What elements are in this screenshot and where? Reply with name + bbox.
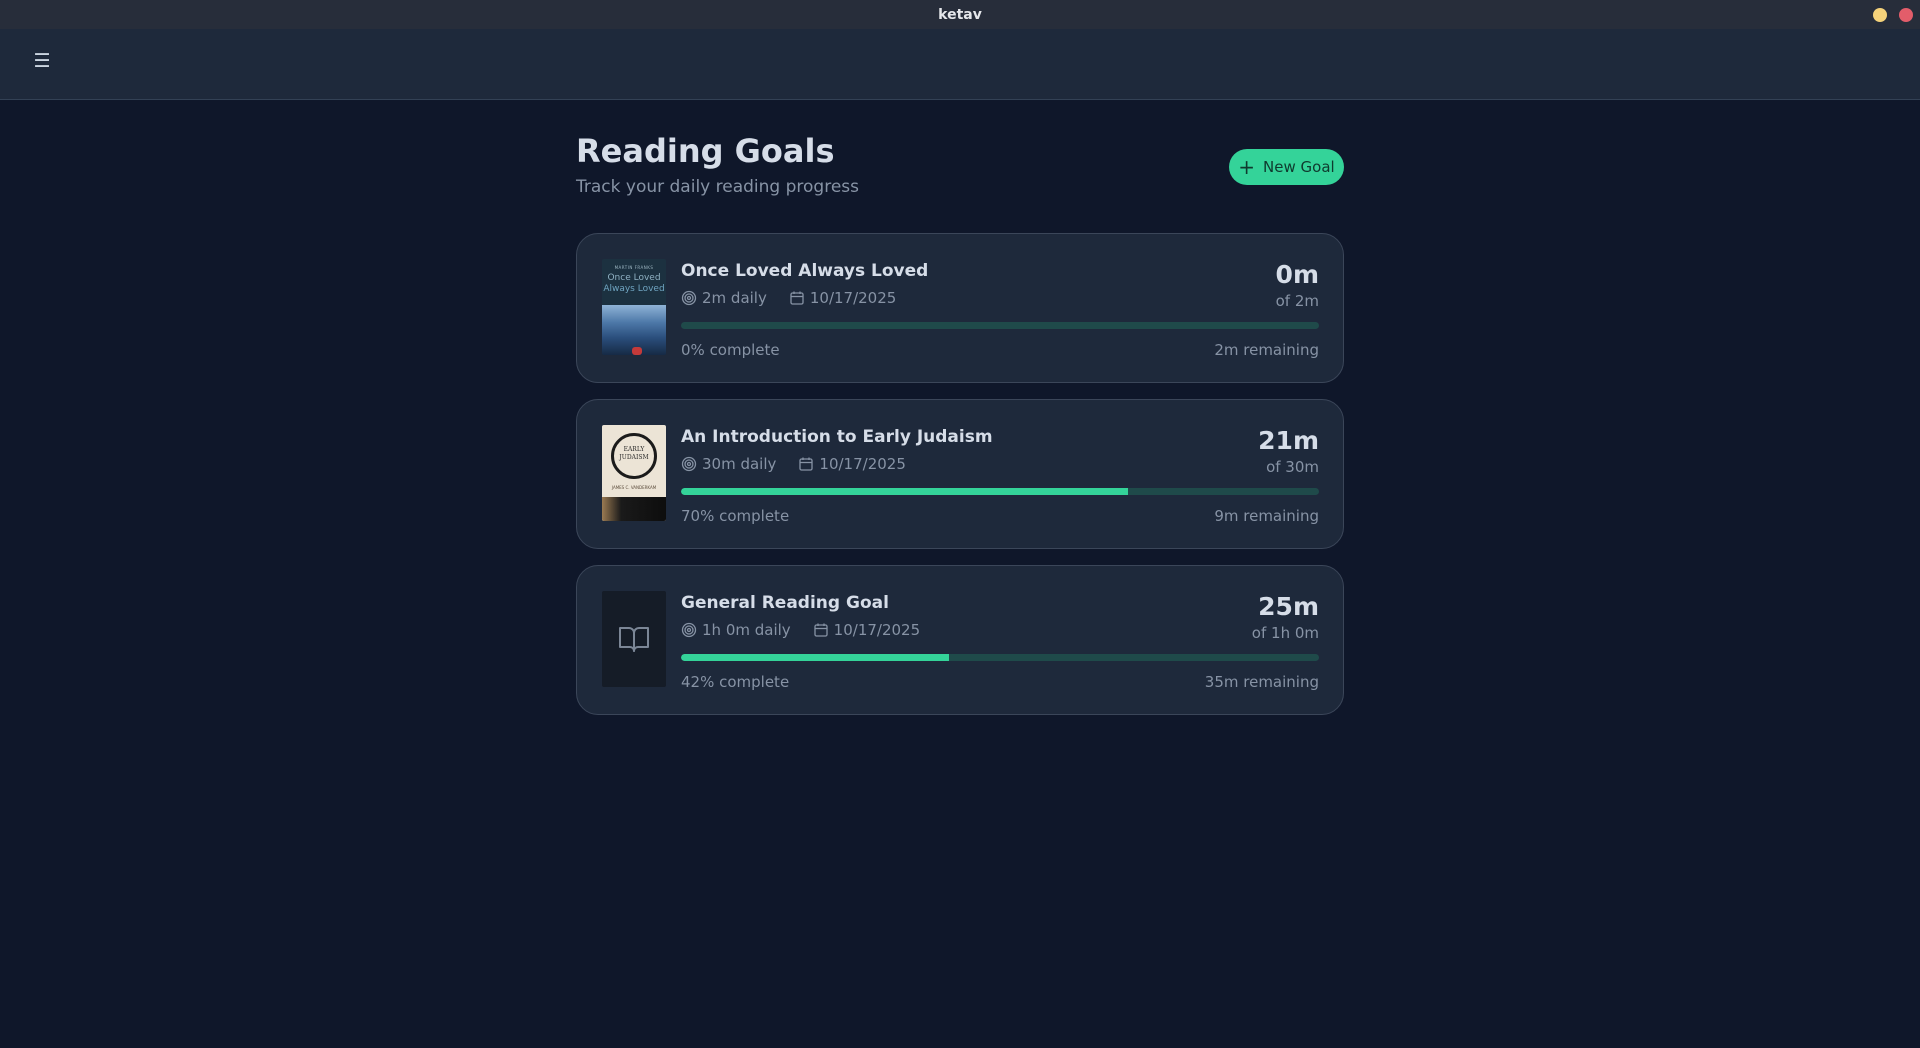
goal-percent-label: 0% complete bbox=[681, 341, 780, 359]
goal-percent-label: 70% complete bbox=[681, 507, 790, 525]
goal-date: 10/17/2025 bbox=[833, 621, 921, 639]
goal-progress-target: of 1h 0m bbox=[1251, 624, 1319, 642]
progress-bar-fill bbox=[681, 654, 949, 661]
window-title: ketav bbox=[938, 6, 982, 23]
target-icon bbox=[681, 290, 697, 306]
cover-author: MARTIN FRANKS bbox=[614, 265, 654, 270]
progress-bar bbox=[681, 322, 1319, 329]
page-title: Reading Goals bbox=[576, 132, 835, 170]
goal-percent-label: 42% complete bbox=[681, 673, 790, 691]
goal-title: An Introduction to Early Judaism bbox=[681, 427, 993, 447]
page-header: Reading Goals Track your daily reading p… bbox=[576, 131, 1344, 201]
goal-progress-value: 0m bbox=[1275, 260, 1319, 289]
book-cover: MARTIN FRANKS Once Loved Always Loved bbox=[602, 259, 666, 355]
book-cover-placeholder bbox=[602, 591, 666, 687]
page-subtitle: Track your daily reading progress bbox=[576, 177, 859, 197]
goal-progress-value: 21m bbox=[1258, 426, 1319, 455]
progress-bar bbox=[681, 488, 1319, 495]
goal-remaining: 35m remaining bbox=[1204, 673, 1319, 691]
cover-photo-detail bbox=[632, 347, 642, 355]
goal-progress-value: 25m bbox=[1258, 592, 1319, 621]
menu-icon[interactable]: ☰ bbox=[30, 49, 54, 73]
top-bar: ☰ bbox=[0, 29, 1920, 100]
plus-icon: + bbox=[1238, 155, 1256, 179]
cover-title-line1: Once Loved bbox=[607, 273, 661, 283]
calendar-icon bbox=[790, 291, 804, 305]
calendar-icon bbox=[799, 457, 814, 471]
book-open-icon bbox=[619, 627, 649, 652]
progress-bar bbox=[681, 654, 1319, 661]
progress-bar-fill bbox=[681, 488, 1128, 495]
goal-progress-target: of 30m bbox=[1266, 458, 1319, 476]
cover-title: EARLY JUDAISM bbox=[602, 446, 666, 462]
cover-author: JAMES C. VANDERKAM bbox=[611, 485, 657, 490]
new-goal-label: New Goal bbox=[1263, 158, 1335, 176]
calendar-icon bbox=[814, 623, 828, 637]
window-minimize-button[interactable] bbox=[1873, 8, 1887, 22]
cover-image-band bbox=[602, 497, 666, 521]
cover-title-line2: JUDAISM bbox=[619, 454, 649, 461]
target-icon bbox=[681, 456, 697, 472]
goal-card[interactable]: EARLY JUDAISM JAMES C. VANDERKAM An Intro… bbox=[576, 399, 1344, 549]
goal-title: Once Loved Always Loved bbox=[681, 261, 929, 281]
goal-date: 10/17/2025 bbox=[809, 289, 897, 307]
book-cover: EARLY JUDAISM JAMES C. VANDERKAM bbox=[602, 425, 666, 521]
goal-daily: 2m daily bbox=[702, 289, 767, 307]
goal-title: General Reading Goal bbox=[681, 593, 889, 613]
cover-title-line1: EARLY bbox=[623, 446, 645, 453]
goal-date: 10/17/2025 bbox=[819, 455, 906, 473]
goal-meta: 1h 0m daily 10/17/2025 bbox=[681, 620, 920, 640]
new-goal-button[interactable]: + New Goal bbox=[1229, 149, 1344, 185]
goal-meta: 2m daily 10/17/2025 bbox=[681, 288, 896, 308]
window-close-button[interactable] bbox=[1899, 8, 1913, 22]
goal-card[interactable]: MARTIN FRANKS Once Loved Always Loved On… bbox=[576, 233, 1344, 383]
cover-title-line2: Always Loved bbox=[603, 284, 665, 294]
goal-card[interactable]: General Reading Goal 1h 0m daily 10/17/2… bbox=[576, 565, 1344, 715]
goal-daily: 1h 0m daily bbox=[702, 621, 791, 639]
goal-meta: 30m daily 10/17/2025 bbox=[681, 454, 906, 474]
goal-daily: 30m daily bbox=[702, 455, 777, 473]
window-titlebar: ketav bbox=[0, 0, 1920, 29]
goal-remaining: 2m remaining bbox=[1214, 341, 1319, 359]
goal-progress-target: of 2m bbox=[1275, 292, 1319, 310]
goal-remaining: 9m remaining bbox=[1214, 507, 1319, 525]
target-icon bbox=[681, 622, 697, 638]
